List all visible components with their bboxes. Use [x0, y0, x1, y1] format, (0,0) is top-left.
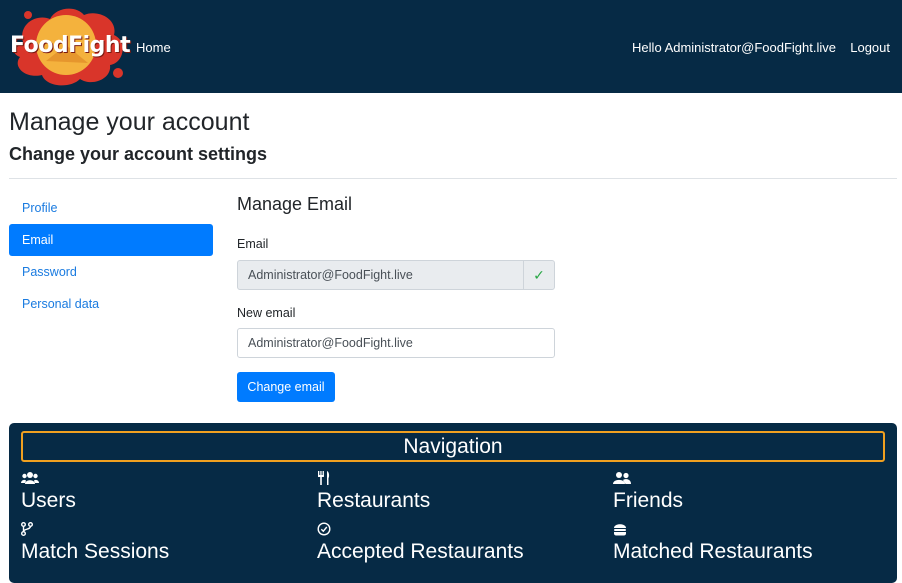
navigation-panel: Navigation Users Restaurants Friends Mat…	[9, 423, 897, 583]
check-icon: ✓	[523, 261, 554, 289]
navigation-title: Navigation	[21, 431, 885, 462]
nav-item-accepted-restaurants[interactable]: Accepted Restaurants	[317, 522, 524, 566]
user-friends-icon	[613, 471, 631, 487]
nav-item-friends[interactable]: Friends	[613, 471, 683, 515]
nav-item-matched-restaurants[interactable]: Matched Restaurants	[613, 522, 813, 566]
user-greeting-link[interactable]: Hello Administrator@FoodFight.live	[632, 40, 836, 55]
page-subtitle: Change your account settings	[9, 144, 268, 164]
email-field: Administrator@FoodFight.live ✓	[237, 260, 555, 290]
new-email-input[interactable]: Administrator@FoodFight.live	[237, 328, 555, 358]
logout-button[interactable]: Logout	[850, 40, 890, 55]
check-circle-icon	[317, 522, 335, 538]
email-label: Email	[237, 237, 269, 251]
section-title: Manage Email	[237, 194, 353, 214]
nav-item-label: Matched Restaurants	[613, 540, 813, 563]
burger-icon	[613, 522, 631, 538]
foodfight-logo[interactable]: FoodFight	[6, 5, 131, 87]
nav-item-label: Match Sessions	[21, 540, 170, 563]
utensils-icon	[317, 471, 335, 487]
code-branch-icon	[21, 522, 39, 538]
sidebar-item-password[interactable]: Password	[9, 256, 213, 288]
nav-item-users[interactable]: Users	[21, 471, 76, 515]
top-navbar: FoodFight Home Hello Administrator@FoodF…	[0, 0, 902, 93]
nav-item-match-sessions[interactable]: Match Sessions	[21, 522, 169, 566]
sidebar-item-personal-data[interactable]: Personal data	[9, 288, 213, 320]
new-email-value: Administrator@FoodFight.live	[248, 336, 413, 350]
brand-name: FoodFight	[10, 33, 131, 58]
email-value: Administrator@FoodFight.live	[248, 268, 413, 282]
change-email-button[interactable]: Change email	[237, 372, 335, 402]
nav-item-label: Users	[21, 489, 76, 512]
nav-item-label: Restaurants	[317, 489, 431, 512]
page-title: Manage your account	[9, 108, 250, 136]
nav-item-label: Friends	[613, 489, 684, 512]
nav-item-restaurants[interactable]: Restaurants	[317, 471, 430, 515]
sidebar-item-email[interactable]: Email	[9, 224, 213, 256]
new-email-label: New email	[237, 306, 296, 320]
sidebar-item-profile[interactable]: Profile	[9, 192, 213, 224]
account-sidebar: Profile Email Password Personal data	[9, 192, 213, 320]
users-icon	[21, 471, 39, 487]
nav-home-link[interactable]: Home	[136, 40, 171, 55]
divider	[9, 178, 897, 179]
nav-item-label: Accepted Restaurants	[317, 540, 524, 563]
